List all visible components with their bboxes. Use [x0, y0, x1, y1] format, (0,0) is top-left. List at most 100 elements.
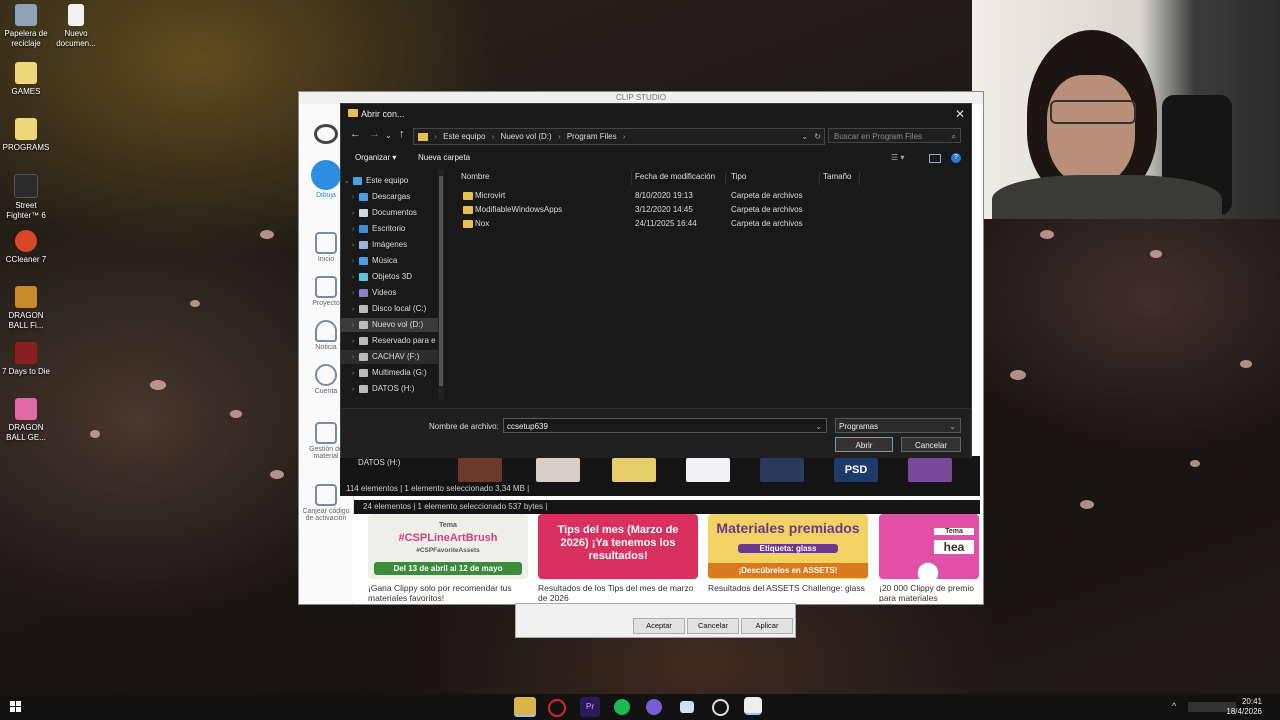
- tree-label: Imágenes: [372, 240, 408, 249]
- news-card[interactable]: Tips del mes (Marzo de 2026) ¡Ya tenemos…: [538, 514, 698, 579]
- discord-icon[interactable]: [646, 699, 662, 715]
- refresh-icon[interactable]: ↻: [814, 129, 821, 144]
- opera-icon[interactable]: [548, 699, 566, 717]
- file-row[interactable]: Nox 24/11/2025 16:44 Carpeta de archivos: [453, 217, 963, 231]
- chevron-down-icon[interactable]: ⌄: [801, 129, 808, 144]
- forward-arrow-icon[interactable]: →: [369, 128, 380, 140]
- chevron-up-icon[interactable]: ^: [1172, 701, 1176, 711]
- project-icon: [315, 276, 337, 298]
- tree-item-este-equipo[interactable]: ⌄ Este equipo: [341, 174, 408, 188]
- filetype-select[interactable]: Programas ⌄: [835, 418, 961, 433]
- tree-label: Multimedia (G:): [372, 368, 427, 377]
- chrome-like-icon[interactable]: [712, 699, 729, 716]
- thumbnail[interactable]: [686, 458, 730, 482]
- file-date: 3/12/2020 14:45: [635, 205, 693, 214]
- petal: [150, 380, 166, 390]
- clock-time: 20:41: [1241, 697, 1262, 706]
- search-input[interactable]: Buscar en Program Files ⌕: [828, 128, 961, 143]
- tree-item-objetos-3d[interactable]: › Objetos 3D: [347, 270, 412, 284]
- preview-pane-icon[interactable]: [929, 154, 941, 163]
- desktop-icon-games[interactable]: GAMES: [0, 62, 52, 97]
- desktop-icon-programs[interactable]: PROGRAMS: [0, 118, 52, 153]
- tree-scrollbar[interactable]: [438, 170, 444, 400]
- organize-button[interactable]: Organizar ▾: [355, 153, 396, 162]
- close-icon[interactable]: ✕: [955, 104, 965, 124]
- back-arrow-icon[interactable]: ←: [350, 128, 361, 140]
- cancel-button[interactable]: Cancelar: [901, 437, 961, 452]
- breadcrumb-item[interactable]: Nuevo vol (D:): [501, 132, 552, 141]
- card-date: Del 13 de abril al 12 de mayo: [374, 562, 522, 575]
- tree-label: CACHAV (F:): [372, 352, 420, 361]
- card-caption[interactable]: ¡20 000 Clippy de premio para materiales…: [879, 583, 979, 602]
- tree-item-documentos[interactable]: › Documentos: [347, 206, 417, 220]
- cancel-button[interactable]: Cancelar: [687, 618, 739, 634]
- accept-button[interactable]: Aceptar: [633, 618, 685, 634]
- thumbnail[interactable]: [536, 458, 580, 482]
- tree-item-datos-h[interactable]: DATOS (H:): [358, 458, 400, 467]
- tree-item-multimedia-g[interactable]: › Multimedia (G:): [347, 366, 427, 380]
- tree-item-musica[interactable]: › Música: [347, 254, 398, 268]
- psd-thumbnail[interactable]: PSD: [834, 458, 878, 482]
- zoom-search-icon[interactable]: [917, 562, 939, 579]
- tree-item-cachav-f[interactable]: › CACHAV (F:): [341, 350, 441, 364]
- thumbnail[interactable]: [458, 458, 502, 482]
- view-options-icon[interactable]: ☰ ▾: [891, 153, 904, 162]
- breadcrumb-item[interactable]: Program Files: [567, 132, 617, 141]
- premiere-icon[interactable]: Pr: [580, 697, 600, 717]
- tree-item-videos[interactable]: › Videos: [347, 286, 397, 300]
- breadcrumb-item[interactable]: Este equipo: [443, 132, 485, 141]
- column-header-name[interactable]: Nombre: [461, 172, 632, 185]
- file-explorer-icon[interactable]: [514, 697, 536, 717]
- chevron-down-icon[interactable]: ⌄: [815, 419, 822, 434]
- desktop-icon-dragon-ball-gekishin[interactable]: DRAGON BALL GE...: [0, 398, 52, 443]
- file-row[interactable]: ModifiableWindowsApps 3/12/2020 14:45 Ca…: [453, 203, 963, 217]
- navigation-tree: ⌄ Este equipo › Descargas › Documentos › Esc…: [341, 170, 441, 402]
- window-icon[interactable]: [680, 701, 694, 713]
- tree-label: Documentos: [372, 208, 417, 217]
- chevron-down-icon[interactable]: ⌄: [385, 131, 392, 140]
- column-header-size[interactable]: Tamaño: [823, 172, 860, 185]
- tree-item-escritorio[interactable]: › Escritorio: [347, 222, 406, 236]
- desktop-icon-street-fighter[interactable]: Street Fighter™ 6: [0, 174, 52, 221]
- thumbnail[interactable]: [760, 458, 804, 482]
- desktop-icon-ccleaner[interactable]: CCleaner 7: [0, 230, 52, 265]
- apply-button[interactable]: Aplicar: [741, 618, 793, 634]
- filename-input[interactable]: ccsetup639 ⌄: [503, 418, 827, 433]
- news-card[interactable]: Materiales premiados Etiqueta: glass ¡De…: [708, 514, 868, 579]
- tree-item-disco-local-c[interactable]: › Disco local (C:): [347, 302, 426, 316]
- file-name: Nox: [475, 219, 490, 228]
- desktop-icon-label: DRAGON BALL Fi...: [8, 311, 44, 330]
- new-folder-button[interactable]: Nueva carpeta: [418, 153, 470, 162]
- card-caption[interactable]: Resultados de los Tips del mes de marzo …: [538, 583, 698, 602]
- thumbnail[interactable]: [612, 458, 656, 482]
- file-row[interactable]: Microvirt 8/10/2020 19:13 Carpeta de arc…: [453, 189, 963, 203]
- tree-item-datos-h[interactable]: › DATOS (H:): [347, 382, 415, 396]
- column-header-date[interactable]: Fecha de modificación: [635, 172, 726, 185]
- folder-icon: [15, 62, 37, 84]
- help-icon[interactable]: ?: [951, 153, 961, 163]
- news-card[interactable]: Tema #CSPLineArtBrush #CSPFavoriteAssets…: [368, 514, 528, 579]
- spotify-icon[interactable]: [614, 699, 630, 715]
- up-arrow-icon[interactable]: ↑: [399, 128, 405, 140]
- open-button[interactable]: Abrir: [835, 437, 893, 452]
- petal: [1150, 250, 1162, 258]
- thumbnail[interactable]: [908, 458, 952, 482]
- desktop-icon-7-days-to-die[interactable]: 7 Days to Die: [0, 342, 52, 377]
- card-caption[interactable]: ¡Gana Clippy solo por recomendar tus mat…: [368, 583, 528, 602]
- desktop-icon-dragon-ball-fighterz[interactable]: DRAGON BALL Fi...: [0, 286, 52, 331]
- column-header-type[interactable]: Tipo: [731, 172, 820, 185]
- tree-item-imagenes[interactable]: › Imágenes: [347, 238, 407, 252]
- windows-start-icon[interactable]: [10, 701, 22, 713]
- tree-item-reservado[interactable]: › Reservado para e: [347, 334, 436, 348]
- news-card[interactable]: Tema hea: [879, 514, 979, 579]
- tree-item-nuevo-vol-d[interactable]: › Nuevo vol (D:): [341, 318, 441, 332]
- desktop-icon-recycle-bin[interactable]: Papelera de reciclaje: [0, 4, 52, 49]
- scrollbar-thumb[interactable]: [439, 176, 443, 386]
- tree-item-descargas[interactable]: › Descargas: [347, 190, 410, 204]
- card-caption[interactable]: Resultados del ASSETS Challenge: glass: [708, 583, 868, 602]
- desktop-icon-document[interactable]: Nuevo documen...: [50, 4, 102, 49]
- address-bar[interactable]: › Este equipo › Nuevo vol (D:) › Program…: [413, 128, 825, 145]
- clock[interactable]: 20:41 18/4/2026: [1226, 697, 1262, 717]
- clip-studio-icon[interactable]: [744, 697, 762, 715]
- drive-icon: [359, 352, 368, 361]
